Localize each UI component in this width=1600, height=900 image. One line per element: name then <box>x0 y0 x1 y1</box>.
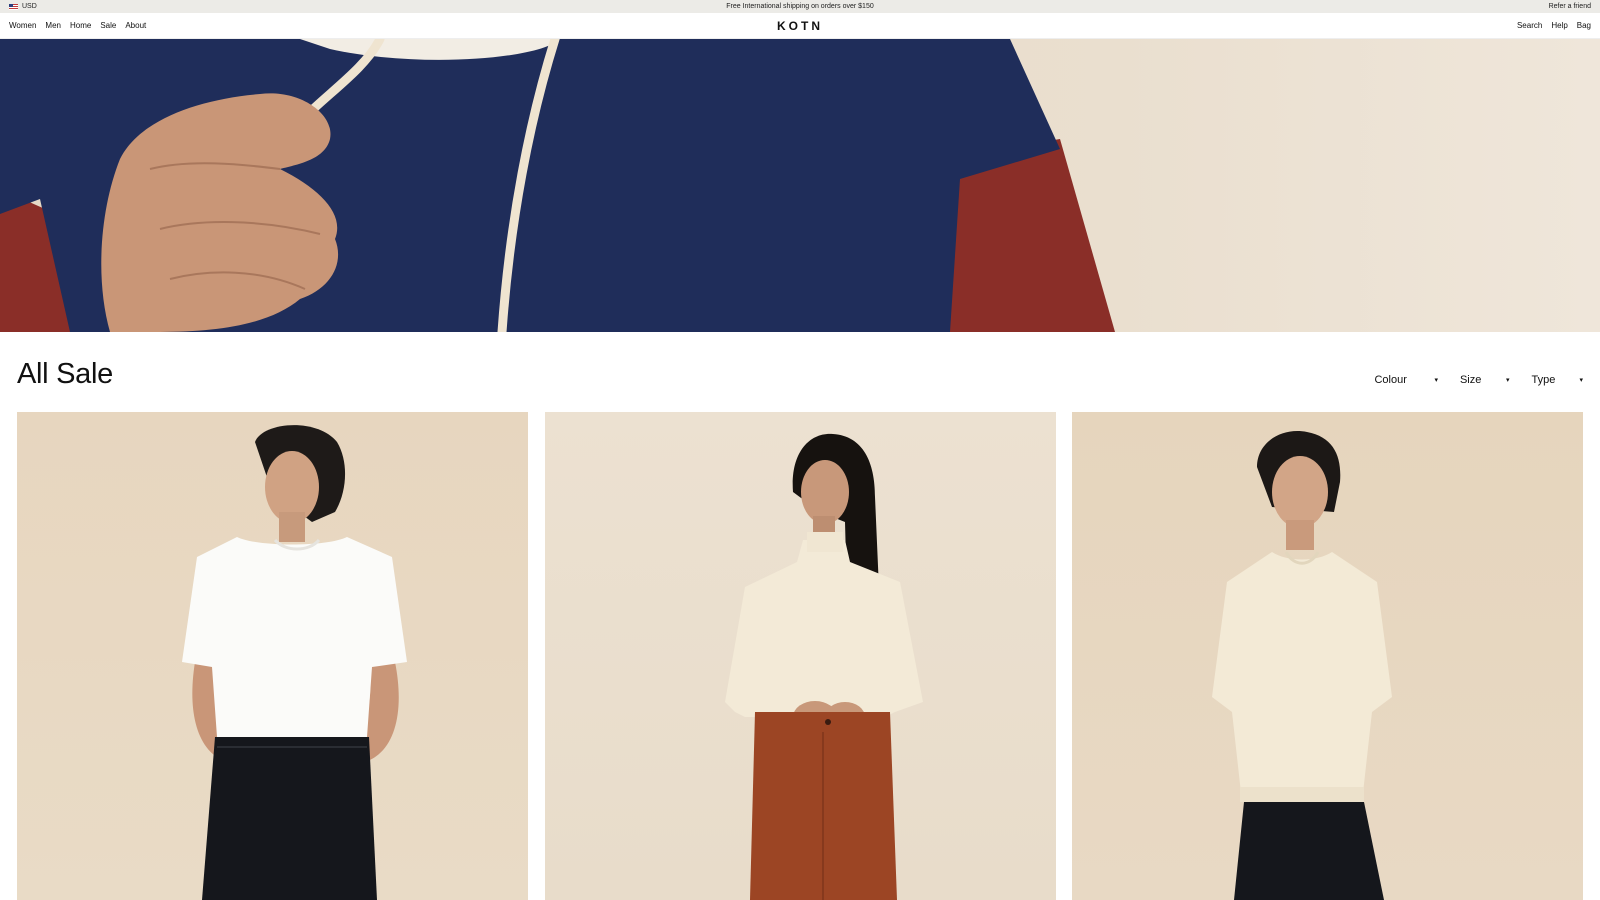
hero-image <box>0 39 1115 332</box>
product-image <box>725 433 923 900</box>
caret-down-icon: ▾ <box>1434 377 1438 384</box>
nav-right: Search Help Bag <box>1517 13 1591 39</box>
filter-type[interactable]: Type ▾ <box>1531 374 1583 386</box>
product-card[interactable] <box>545 412 1056 900</box>
filter-colour[interactable]: Colour ▾ <box>1374 374 1438 386</box>
product-card[interactable] <box>17 412 528 900</box>
nav-search[interactable]: Search <box>1517 13 1542 39</box>
refer-a-friend-link[interactable]: Refer a friend <box>1549 0 1591 13</box>
nav-help[interactable]: Help <box>1551 13 1567 39</box>
caret-down-icon: ▾ <box>1505 377 1510 384</box>
product-image <box>1212 431 1392 900</box>
brand-logo[interactable]: KOTN <box>0 13 1600 39</box>
main-nav: Women Men Home Sale About KOTN Search He… <box>0 13 1600 39</box>
filter-size-label: Size <box>1459 374 1482 386</box>
product-card[interactable] <box>1072 412 1583 900</box>
filter-size[interactable]: Size ▾ <box>1460 374 1510 386</box>
product-image <box>182 425 407 900</box>
hero-banner <box>0 39 1600 332</box>
nav-bag[interactable]: Bag <box>1577 13 1591 39</box>
filter-type-label: Type <box>1531 374 1556 386</box>
product-grid <box>17 412 1583 900</box>
announcement-bar: USD Free International shipping on order… <box>0 0 1600 13</box>
shipping-promo: Free International shipping on orders ov… <box>726 3 874 10</box>
filter-colour-label: Colour <box>1374 374 1407 386</box>
filter-bar: Colour ▾ Size ▾ Type ▾ <box>1374 374 1583 386</box>
page-title: All Sale <box>17 358 113 390</box>
caret-down-icon: ▾ <box>1579 377 1583 384</box>
